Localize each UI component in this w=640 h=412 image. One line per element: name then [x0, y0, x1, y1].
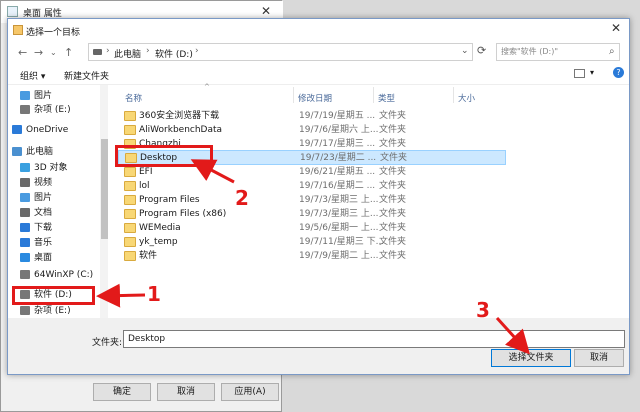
annotation-arrow-1 [96, 283, 146, 308]
annotation-arrow-3 [495, 316, 531, 355]
annotation-label-2: 2 [235, 186, 249, 210]
highlight-desktop-folder [115, 145, 213, 167]
highlight-drive-d [12, 286, 95, 305]
annotation-label-1: 1 [147, 282, 161, 306]
annotation-overlay [96, 159, 531, 355]
annotation-label-3: 3 [476, 298, 490, 322]
